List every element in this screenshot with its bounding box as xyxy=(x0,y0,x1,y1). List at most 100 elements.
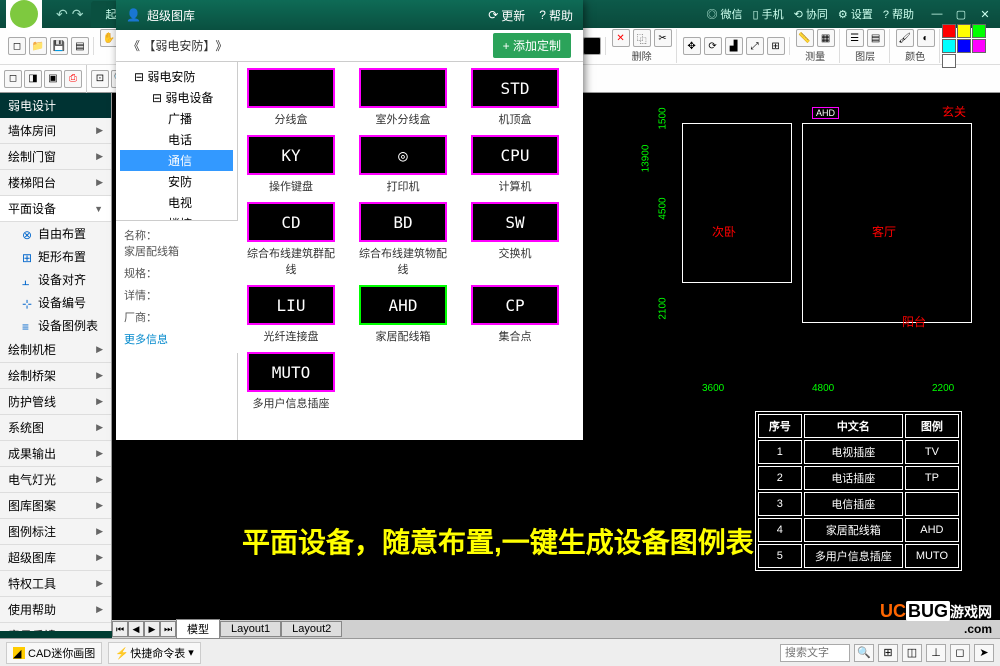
tab-layout1[interactable]: Layout1 xyxy=(220,621,281,637)
sidebar-item[interactable]: 绘制门窗▶ xyxy=(0,144,111,170)
sidebar-item[interactable]: 使用帮助▶ xyxy=(0,597,111,623)
tree-item-selected[interactable]: 通信 xyxy=(120,150,233,171)
sidebar-item[interactable]: 墙体房间▶ xyxy=(0,118,111,144)
sidebar-item[interactable]: 成果输出▶ xyxy=(0,441,111,467)
phone-link[interactable]: ▯ 手机 xyxy=(753,6,784,22)
layer2-icon[interactable]: ▤ xyxy=(867,29,885,47)
ortho-icon[interactable]: ⊥ xyxy=(926,644,946,662)
sidebar-sub-free[interactable]: ⊗自由布置 xyxy=(0,222,111,245)
sidebar-sub-rect[interactable]: ⊞矩形布置 xyxy=(0,245,111,268)
search-input[interactable] xyxy=(780,644,850,662)
color-cyan[interactable] xyxy=(942,39,956,53)
other-icon[interactable]: ◐ xyxy=(917,29,935,47)
symbol-cell[interactable]: 室外分线盒 xyxy=(356,68,450,127)
more-info-link[interactable]: 更多信息 xyxy=(124,331,230,347)
color-white[interactable] xyxy=(942,54,956,68)
symbol-cell[interactable]: MUTO多用户信息插座 xyxy=(244,352,338,411)
search-icon[interactable]: 🔍 xyxy=(854,644,874,662)
maximize-icon[interactable]: ▢ xyxy=(952,7,970,21)
help-link[interactable]: ? 帮助 xyxy=(883,6,914,22)
copy-icon[interactable]: ⿻ xyxy=(633,29,651,47)
grid-icon[interactable]: ⊞ xyxy=(878,644,898,662)
scale2-icon[interactable]: ⤢ xyxy=(746,37,764,55)
symbol-cell[interactable]: LIU光纤连接盘 xyxy=(244,285,338,344)
color-blue[interactable] xyxy=(957,39,971,53)
refresh-button[interactable]: ⟳ 更新 xyxy=(488,7,525,24)
tree-item[interactable]: 电话 xyxy=(120,129,233,150)
sidebar-item[interactable]: 超级图库▶ xyxy=(0,545,111,571)
osnap-icon[interactable]: ◻ xyxy=(950,644,970,662)
tab-next-icon[interactable]: ▶ xyxy=(144,621,160,637)
sidebar-item[interactable]: 意见反馈▶ xyxy=(0,623,111,631)
collab-link[interactable]: ⟲ 协同 xyxy=(794,6,828,22)
close-window-icon[interactable]: ✕ xyxy=(976,7,994,21)
tree-item[interactable]: 电视 xyxy=(120,192,233,213)
sidebar-item[interactable]: 图例标注▶ xyxy=(0,519,111,545)
tree-item[interactable]: 广播 xyxy=(120,108,233,129)
sidebar-item[interactable]: 电气灯光▶ xyxy=(0,467,111,493)
snap-icon[interactable]: ◫ xyxy=(902,644,922,662)
sidebar-item-plane-device[interactable]: 平面设备▼ xyxy=(0,196,111,222)
sidebar-item[interactable]: 楼梯阳台▶ xyxy=(0,170,111,196)
pdf-icon[interactable]: ⎙ xyxy=(64,70,82,88)
area-icon[interactable]: ▦ xyxy=(817,29,835,47)
sidebar-sub-number[interactable]: ⊹设备编号 xyxy=(0,291,111,314)
layer-icon[interactable]: ☰ xyxy=(846,29,864,47)
tab-last-icon[interactable]: ⏭ xyxy=(160,621,176,637)
symbol-cell[interactable]: CD综合布线建筑群配线 xyxy=(244,202,338,277)
status-shortcut[interactable]: ⚡快捷命令表▾ xyxy=(108,642,201,664)
measure-icon[interactable]: 📏 xyxy=(796,29,814,47)
color-red[interactable] xyxy=(942,24,956,38)
symbol-cell[interactable]: 分线盒 xyxy=(244,68,338,127)
minimize-icon[interactable]: — xyxy=(928,7,946,21)
symbol-cell[interactable]: AHD家居配线箱 xyxy=(356,285,450,344)
add-custom-button[interactable]: + 添加定制 xyxy=(493,33,571,58)
mirror-icon[interactable]: ▟ xyxy=(725,37,743,55)
move-icon[interactable]: ✥ xyxy=(683,37,701,55)
symbol-cell[interactable]: CPU计算机 xyxy=(468,135,562,194)
symbol-cell[interactable]: SW交换机 xyxy=(468,202,562,277)
sidebar-item[interactable]: 图库图案▶ xyxy=(0,493,111,519)
tb2-icon[interactable]: ▣ xyxy=(44,70,62,88)
color-magenta[interactable] xyxy=(972,39,986,53)
symbol-cell[interactable]: ◎打印机 xyxy=(356,135,450,194)
tree-item[interactable]: ⊟ 弱电安防 xyxy=(120,66,233,87)
wechat-link[interactable]: ◎ 微信 xyxy=(706,6,742,22)
symbol-cell[interactable]: CP集合点 xyxy=(468,285,562,344)
color-green[interactable] xyxy=(972,24,986,38)
sidebar-item[interactable]: 绘制机柜▶ xyxy=(0,337,111,363)
tab-layout2[interactable]: Layout2 xyxy=(281,621,342,637)
tab-first-icon[interactable]: ⏮ xyxy=(112,621,128,637)
tb2-icon[interactable]: ⊡ xyxy=(91,70,109,88)
delete-icon[interactable]: ✕ xyxy=(612,29,630,47)
symbol-cell[interactable]: STD机顶盒 xyxy=(468,68,562,127)
sidebar-item[interactable]: 绘制桥架▶ xyxy=(0,363,111,389)
save-icon[interactable]: 💾 xyxy=(50,37,68,55)
tab-model[interactable]: 模型 xyxy=(176,619,220,639)
user-avatar[interactable] xyxy=(6,0,42,32)
color-picker-icon[interactable] xyxy=(583,37,601,55)
breadcrumb[interactable]: 《 【弱电安防】 》 xyxy=(128,37,227,54)
new-icon[interactable]: ◻ xyxy=(8,37,26,55)
paint-icon[interactable]: 🖌 xyxy=(896,29,914,47)
redo-icon[interactable]: ↷ xyxy=(72,6,84,23)
sidebar-item[interactable]: 特权工具▶ xyxy=(0,571,111,597)
sidebar-sub-align[interactable]: ⫠设备对齐 xyxy=(0,268,111,291)
help-button[interactable]: ? 帮助 xyxy=(539,7,573,24)
tb2-icon[interactable]: ◻ xyxy=(4,70,22,88)
chevron-icon[interactable]: ➤ xyxy=(974,644,994,662)
color-yellow[interactable] xyxy=(957,24,971,38)
tb2-icon[interactable]: ◨ xyxy=(24,70,42,88)
tab-prev-icon[interactable]: ◀ xyxy=(128,621,144,637)
sidebar-item[interactable]: 系统图▶ xyxy=(0,415,111,441)
tree-item[interactable]: 安防 xyxy=(120,171,233,192)
cut-icon[interactable]: ✂ xyxy=(654,29,672,47)
array-icon[interactable]: ⊞ xyxy=(767,37,785,55)
undo-icon[interactable]: ↶ xyxy=(56,6,68,23)
sidebar-sub-legend[interactable]: ≡设备图例表 xyxy=(0,314,111,337)
rotate-icon[interactable]: ⟳ xyxy=(704,37,722,55)
settings-link[interactable]: ⚙ 设置 xyxy=(838,6,873,22)
status-app[interactable]: ◢CAD迷你画图 xyxy=(6,642,102,664)
saveas-icon[interactable]: ▤ xyxy=(71,37,89,55)
placed-symbol[interactable]: AHD xyxy=(812,107,839,119)
